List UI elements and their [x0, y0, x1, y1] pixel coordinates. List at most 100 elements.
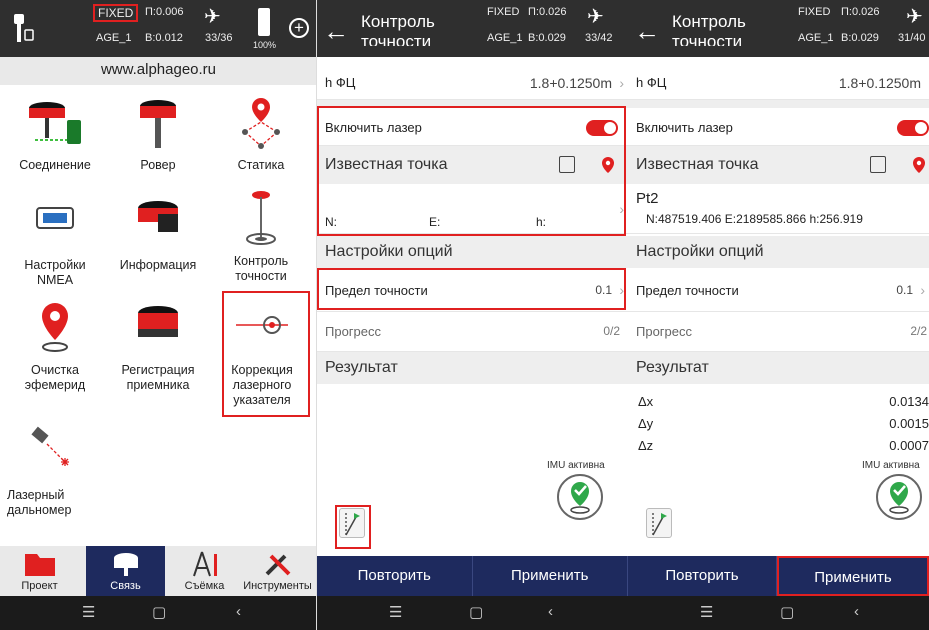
known-point-row[interactable]: Pt2 N:487519.406 E:2189585.866 h:256.919	[628, 184, 929, 234]
fix-status: FIXED	[798, 6, 831, 18]
static-survey-icon	[242, 98, 280, 149]
back-icon[interactable]: ‹	[548, 603, 553, 620]
page-title: Контроль точности	[672, 12, 746, 46]
dy-label: Δy	[638, 416, 654, 431]
menu-item-nmea[interactable]: Настройки NMEA	[5, 196, 105, 288]
menu-item-info[interactable]: Информация	[108, 196, 208, 273]
sat-count: 33/36	[205, 32, 233, 44]
tab-label: Связь	[110, 580, 141, 592]
location-pin-icon	[42, 303, 68, 352]
point-list-icon[interactable]	[870, 156, 886, 173]
imu-tilt-icon[interactable]	[876, 474, 922, 520]
menu-item-rangefinder[interactable]: Лазерный дальномер	[5, 426, 105, 518]
receiver-phone-icon[interactable]	[8, 12, 36, 44]
action-buttons: Повторить Применить	[317, 556, 628, 596]
system-nav-bar: ☰ ▢ ‹	[0, 596, 316, 630]
satellite-icon: ✈	[906, 6, 923, 28]
menu-item-register[interactable]: Регистрация приемника	[108, 301, 208, 393]
result-label: Результат	[636, 359, 709, 376]
status-bar: FIXED П:0.006 AGE_1 В:0.012 ✈ 33/36 100%…	[0, 0, 316, 57]
age-text: AGE_1	[96, 32, 132, 44]
antenna-height-label: h ФЦ	[325, 75, 356, 90]
imu-tilt-icon[interactable]	[557, 474, 603, 520]
back-arrow-icon[interactable]: ←	[634, 16, 660, 47]
imu-status: IMU активна	[547, 460, 605, 471]
tilt-pole-button[interactable]	[646, 508, 672, 538]
battery-level: 100%	[253, 40, 277, 50]
tab-label: Проект	[21, 580, 58, 592]
h-precision: П:0.026	[841, 6, 880, 18]
menu-item-static[interactable]: Статика	[211, 96, 311, 173]
fix-status: FIXED	[93, 4, 139, 22]
dy-value: 0.0015	[889, 416, 929, 431]
divider	[628, 100, 929, 108]
sat-count: 31/40	[898, 32, 926, 44]
laser-toggle-row[interactable]: Включить лазер	[628, 108, 929, 146]
battery-icon	[258, 8, 270, 36]
tab-tools[interactable]: Инструменты	[238, 546, 316, 596]
tilt-pole-icon	[652, 513, 667, 536]
tab-survey[interactable]: Съёмка	[165, 546, 244, 596]
age-text: AGE_1	[487, 32, 523, 44]
receiver-info-icon	[138, 201, 178, 232]
menu-item-label: Информация	[119, 258, 197, 272]
home-icon[interactable]: ▢	[780, 603, 794, 621]
h-precision: П:0.006	[145, 6, 184, 18]
antenna-height-value: 1.8+0.1250m	[838, 75, 921, 91]
menu-item-label: Статика	[237, 158, 285, 172]
back-icon[interactable]: ‹	[854, 603, 859, 620]
options-header: Настройки опций	[628, 236, 929, 268]
home-icon[interactable]: ▢	[152, 603, 166, 621]
dz-value: 0.0007	[889, 438, 929, 453]
h-precision: П:0.026	[528, 6, 567, 18]
known-point-label: Известная точка	[636, 156, 759, 173]
satellite-icon: ✈	[204, 6, 221, 28]
result-header: Результат	[317, 352, 628, 384]
menu-icon[interactable]: ☰	[82, 603, 95, 621]
website-banner[interactable]: www.alphageo.ru	[0, 57, 316, 85]
options-label: Настройки опций	[325, 243, 453, 260]
antenna-height-row[interactable]: h ФЦ 1.8+0.1250m ›	[317, 66, 628, 100]
back-icon[interactable]: ‹	[236, 603, 241, 620]
antenna-height-row[interactable]: h ФЦ 1.8+0.1250m	[628, 66, 929, 100]
v-precision: В:0.012	[145, 32, 183, 44]
highlight-frame	[335, 505, 371, 549]
tab-project[interactable]: Проект	[0, 546, 79, 596]
repeat-button[interactable]: Повторить	[317, 556, 473, 596]
progress-label: Прогресс	[636, 324, 693, 339]
receiver-icon	[113, 553, 138, 576]
menu-item-connection[interactable]: Соединение	[5, 96, 105, 173]
point-name: Pt2	[636, 190, 659, 207]
accuracy-control-icon	[246, 191, 276, 245]
back-arrow-icon[interactable]: ←	[323, 16, 349, 47]
home-icon[interactable]: ▢	[469, 603, 483, 621]
fix-status: FIXED	[487, 6, 520, 18]
age-text: AGE_1	[798, 32, 834, 44]
result-label: Результат	[325, 359, 398, 376]
compass-icon	[192, 551, 217, 577]
v-precision: В:0.029	[841, 32, 879, 44]
receiver-phone-icon	[29, 102, 81, 144]
add-circle-icon[interactable]: +	[289, 18, 309, 38]
repeat-button[interactable]: Повторить	[628, 556, 777, 596]
known-point-header: Известная точка	[628, 146, 929, 184]
menu-icon[interactable]: ☰	[700, 603, 713, 621]
apply-button[interactable]: Применить	[777, 556, 929, 596]
menu-item-rover[interactable]: Ровер	[108, 96, 208, 173]
tab-label: Съёмка	[184, 580, 225, 592]
accuracy-limit-label: Предел точности	[636, 283, 739, 298]
accuracy-limit-row[interactable]: Предел точности 0.1 ›	[628, 268, 929, 312]
menu-icon[interactable]: ☰	[389, 603, 402, 621]
apply-button[interactable]: Применить	[472, 556, 628, 596]
result-header: Результат	[628, 352, 929, 384]
chevron-right-icon: ›	[920, 282, 925, 298]
laser-toggle[interactable]	[897, 120, 929, 136]
map-pin-icon[interactable]	[912, 156, 926, 174]
highlight-frame	[317, 268, 626, 310]
menu-item-ephemeris[interactable]: Очистка эфемерид	[5, 301, 105, 393]
chevron-right-icon: ›	[619, 75, 624, 91]
tab-connection[interactable]: Связь	[86, 546, 165, 596]
menu-item-accuracy[interactable]: Контроль точности	[211, 186, 311, 284]
accuracy-limit-value: 0.1	[896, 283, 913, 297]
menu-item-label: Очистка эфемерид	[24, 363, 86, 392]
